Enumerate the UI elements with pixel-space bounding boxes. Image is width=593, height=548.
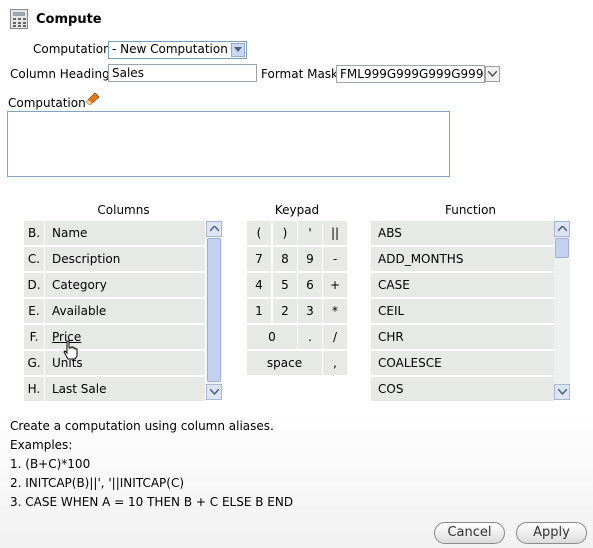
help-example: 1. (B+C)*100 — [10, 457, 91, 471]
column-alias: H. — [24, 377, 44, 401]
apply-button[interactable]: Apply — [516, 522, 587, 544]
computation-select-label: Computation — [33, 42, 111, 56]
keypad: () ' || 7 8 9- 4 5 6 +1 2 3 * 0. / space, — [247, 221, 347, 376]
keypad-key[interactable]: - — [323, 247, 347, 271]
columns-list: B. Name C. Description D. Category E. Available… — [24, 221, 223, 402]
column-alias: G. — [24, 351, 44, 375]
list-item[interactable]: B. Name — [24, 221, 205, 246]
help-example: 3. CASE WHEN A = 10 THEN B + C ELSE B EN… — [10, 495, 294, 509]
computation-expression-textarea[interactable] — [7, 111, 450, 177]
chevron-down-icon — [210, 389, 219, 395]
list-item[interactable]: D. Category — [24, 273, 205, 298]
function-scrollbar-thumb[interactable] — [555, 238, 569, 258]
column-heading-value: Sales — [112, 66, 144, 80]
help-text: Create a computation using column aliase… — [10, 417, 293, 512]
function-item[interactable]: COALESCE — [371, 351, 554, 375]
format-mask-dropdown-button[interactable] — [485, 66, 500, 82]
calculator-icon — [10, 9, 28, 29]
keypad-key[interactable]: + — [323, 273, 347, 297]
chevron-down-icon — [558, 389, 567, 395]
computation-select-value: - New Computation - — [112, 42, 236, 56]
hand-cursor-icon — [63, 340, 78, 360]
function-item[interactable]: CHR — [371, 325, 554, 349]
columns-scrollbar-thumb[interactable] — [207, 238, 221, 382]
keypad-key[interactable]: / — [323, 325, 347, 349]
function-item[interactable]: COS — [371, 377, 554, 401]
format-mask-label: Format Mask — [261, 67, 339, 81]
keypad-key[interactable]: 1 — [247, 299, 271, 323]
list-item[interactable]: C. Description — [24, 247, 205, 272]
function-scrollbar[interactable] — [554, 221, 570, 400]
chevron-up-icon — [210, 226, 219, 232]
keypad-key[interactable]: 0 — [247, 325, 297, 349]
column-name[interactable]: Description — [45, 247, 205, 271]
chevron-up-icon — [558, 226, 567, 232]
function-list: ABS ADD_MONTHS CASE CEIL CHR COALESCE COS — [371, 221, 554, 401]
keypad-key[interactable]: 5 — [273, 273, 297, 297]
list-item[interactable]: E. Available — [24, 299, 205, 324]
keypad-key[interactable]: 4 — [247, 273, 271, 297]
column-name[interactable]: Available — [45, 299, 205, 323]
function-item[interactable]: ABS — [371, 221, 554, 245]
keypad-key[interactable]: 6 — [298, 273, 322, 297]
help-intro: Create a computation using column aliase… — [10, 419, 274, 433]
keypad-key[interactable]: ) — [273, 221, 297, 245]
column-alias: B. — [24, 221, 44, 245]
chevron-down-icon — [488, 71, 497, 77]
column-name[interactable]: Name — [45, 221, 205, 245]
keypad-key[interactable]: ' — [298, 221, 322, 245]
keypad-key[interactable]: space — [247, 351, 322, 375]
keypad-key[interactable]: 9 — [298, 247, 322, 271]
help-examples-label: Examples: — [10, 438, 73, 452]
keypad-key[interactable]: 3 — [298, 299, 322, 323]
keypad-key[interactable]: . — [298, 325, 322, 349]
keypad-key[interactable]: 2 — [273, 299, 297, 323]
column-alias: C. — [24, 247, 44, 271]
scroll-down-button[interactable] — [554, 384, 570, 400]
format-mask-input[interactable]: FML999G999G999G999G — [336, 65, 485, 83]
column-heading-input[interactable]: Sales — [108, 64, 257, 82]
column-alias: F. — [24, 325, 44, 349]
keypad-key[interactable]: , — [323, 351, 347, 375]
keypad-key[interactable]: 7 — [247, 247, 271, 271]
column-name[interactable]: Category — [45, 273, 205, 297]
column-alias: D. — [24, 273, 44, 297]
format-mask-value: FML999G999G999G999G — [340, 67, 485, 81]
function-item[interactable]: CASE — [371, 273, 554, 297]
help-example: 2. INITCAP(B)||', '||INITCAP(C) — [10, 476, 185, 490]
chevron-down-icon[interactable] — [231, 43, 245, 57]
dialog-title-bar: Compute — [10, 8, 102, 30]
keypad-key[interactable]: 8 — [273, 247, 297, 271]
function-item[interactable]: CEIL — [371, 299, 554, 323]
eraser-icon[interactable] — [83, 90, 101, 106]
scroll-up-button[interactable] — [554, 221, 570, 237]
column-alias: E. — [24, 299, 44, 323]
cancel-button[interactable]: Cancel — [434, 522, 505, 544]
scroll-up-button[interactable] — [206, 221, 222, 237]
list-item[interactable]: G. Units — [24, 351, 205, 376]
columns-scrollbar[interactable] — [206, 221, 222, 400]
keypad-heading: Keypad — [274, 203, 320, 217]
function-item[interactable]: ADD_MONTHS — [371, 247, 554, 271]
keypad-key[interactable]: * — [323, 299, 347, 323]
keypad-key[interactable]: ( — [247, 221, 271, 245]
computation-expression-label: Computation — [8, 96, 86, 110]
computation-select[interactable]: - New Computation - — [108, 41, 247, 59]
columns-heading: Columns — [97, 203, 150, 217]
keypad-key[interactable]: || — [323, 221, 347, 245]
list-item[interactable]: F. Price — [24, 325, 205, 350]
column-heading-label: Column Heading — [10, 67, 110, 81]
function-heading: Function — [444, 203, 497, 217]
column-name[interactable]: Last Sale — [45, 377, 205, 401]
scroll-down-button[interactable] — [206, 384, 222, 400]
page-title: Compute — [36, 11, 102, 27]
list-item[interactable]: H. Last Sale — [24, 377, 205, 402]
